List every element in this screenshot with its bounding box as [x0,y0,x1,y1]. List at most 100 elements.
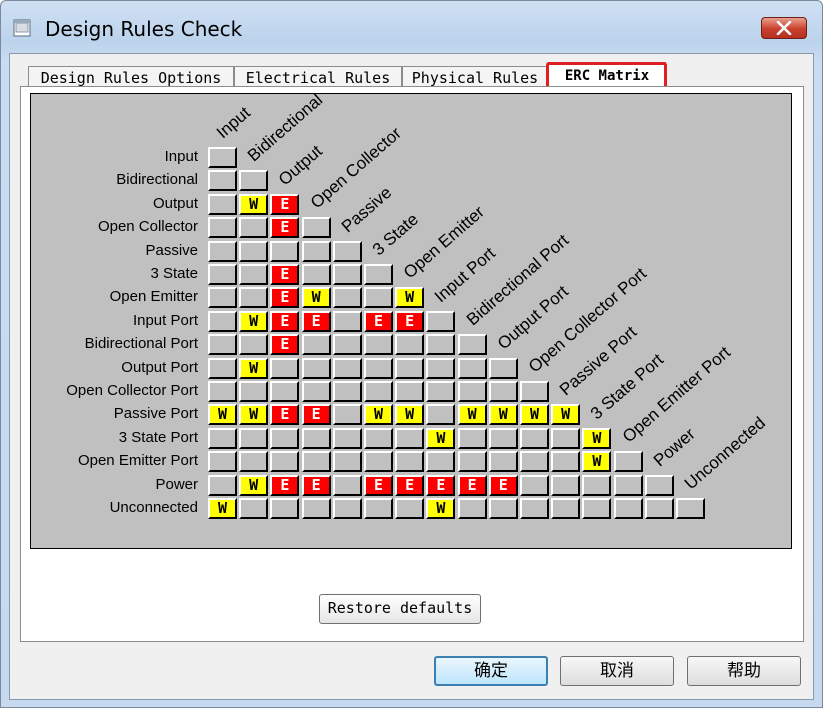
matrix-cell[interactable] [301,498,331,519]
matrix-cell[interactable] [332,334,362,356]
matrix-cell[interactable] [395,427,425,449]
matrix-cell[interactable] [488,451,518,473]
matrix-cell[interactable]: E [457,474,487,496]
matrix-cell[interactable] [551,427,581,449]
matrix-cell[interactable] [364,451,393,473]
matrix-cell[interactable]: W [457,404,487,426]
matrix-cell[interactable] [332,427,362,449]
matrix-cell[interactable]: W [208,498,237,519]
matrix-cell[interactable] [426,381,456,402]
matrix-cell[interactable]: E [270,287,300,309]
matrix-cell[interactable] [457,381,487,402]
matrix-cell[interactable] [208,357,237,379]
matrix-cell[interactable]: W [551,404,581,426]
matrix-cell[interactable] [426,334,456,356]
matrix-cell[interactable] [301,381,331,402]
matrix-cell[interactable] [301,264,331,285]
matrix-cell[interactable] [613,474,643,496]
matrix-cell[interactable] [488,381,518,402]
matrix-cell[interactable] [332,381,362,402]
matrix-cell[interactable] [457,498,487,519]
matrix-cell[interactable]: W [582,427,612,449]
matrix-cell[interactable] [332,310,362,332]
matrix-cell[interactable]: E [270,193,300,215]
matrix-cell[interactable]: W [488,404,518,426]
matrix-cell[interactable] [208,170,237,192]
matrix-cell[interactable] [208,193,237,215]
matrix-cell[interactable] [332,451,362,473]
matrix-cell[interactable] [364,498,393,519]
matrix-cell[interactable]: E [301,474,331,496]
matrix-cell[interactable] [208,147,237,168]
matrix-cell[interactable] [208,451,237,473]
matrix-cell[interactable] [239,381,269,402]
matrix-cell[interactable] [644,474,674,496]
matrix-cell[interactable] [551,498,581,519]
matrix-cell[interactable] [426,357,456,379]
matrix-cell[interactable] [644,498,674,519]
matrix-cell[interactable] [208,334,237,356]
matrix-cell[interactable] [208,264,237,285]
matrix-cell[interactable]: W [395,404,425,426]
help-button[interactable]: 帮助 [687,656,801,686]
matrix-cell[interactable] [270,427,300,449]
matrix-cell[interactable] [332,240,362,262]
matrix-cell[interactable] [457,334,487,356]
matrix-cell[interactable] [488,498,518,519]
matrix-cell[interactable] [239,427,269,449]
matrix-cell[interactable] [301,427,331,449]
ok-button[interactable]: 确定 [434,656,548,686]
matrix-cell[interactable] [301,334,331,356]
matrix-cell[interactable] [457,427,487,449]
matrix-cell[interactable] [364,357,393,379]
matrix-cell[interactable] [239,240,269,262]
matrix-cell[interactable]: W [426,427,456,449]
matrix-cell[interactable] [551,474,581,496]
restore-defaults-button[interactable]: Restore defaults [319,594,481,624]
matrix-cell[interactable] [208,240,237,262]
matrix-cell[interactable] [395,498,425,519]
matrix-cell[interactable] [208,217,237,239]
matrix-cell[interactable] [239,170,269,192]
matrix-cell[interactable] [488,357,518,379]
matrix-cell[interactable]: W [301,287,331,309]
matrix-cell[interactable] [395,357,425,379]
matrix-cell[interactable] [270,240,300,262]
matrix-cell[interactable] [208,427,237,449]
matrix-cell[interactable] [520,427,549,449]
cancel-button[interactable]: 取消 [560,656,674,686]
matrix-cell[interactable] [551,451,581,473]
matrix-cell[interactable] [364,427,393,449]
matrix-cell[interactable] [332,474,362,496]
matrix-cell[interactable] [332,357,362,379]
matrix-cell[interactable]: W [364,404,393,426]
matrix-cell[interactable]: W [582,451,612,473]
matrix-cell[interactable] [613,451,643,473]
matrix-cell[interactable] [426,404,456,426]
matrix-cell[interactable] [270,451,300,473]
matrix-cell[interactable]: E [301,404,331,426]
matrix-cell[interactable] [364,287,393,309]
matrix-cell[interactable] [457,451,487,473]
matrix-cell[interactable]: E [301,310,331,332]
title-bar[interactable]: Design Rules Check [1,1,822,53]
matrix-cell[interactable] [239,334,269,356]
matrix-cell[interactable]: E [270,264,300,285]
matrix-cell[interactable] [239,498,269,519]
matrix-cell[interactable]: E [488,474,518,496]
matrix-cell[interactable] [364,381,393,402]
matrix-cell[interactable]: W [239,357,269,379]
matrix-cell[interactable] [520,474,549,496]
matrix-cell[interactable] [426,310,456,332]
matrix-cell[interactable] [520,381,549,402]
matrix-cell[interactable] [208,474,237,496]
matrix-cell[interactable]: W [239,310,269,332]
matrix-cell[interactable] [239,287,269,309]
matrix-cell[interactable] [270,357,300,379]
matrix-cell[interactable] [270,498,300,519]
matrix-cell[interactable]: W [239,193,269,215]
matrix-cell[interactable] [582,498,612,519]
matrix-cell[interactable] [239,217,269,239]
matrix-cell[interactable]: E [270,474,300,496]
matrix-cell[interactable] [301,240,331,262]
